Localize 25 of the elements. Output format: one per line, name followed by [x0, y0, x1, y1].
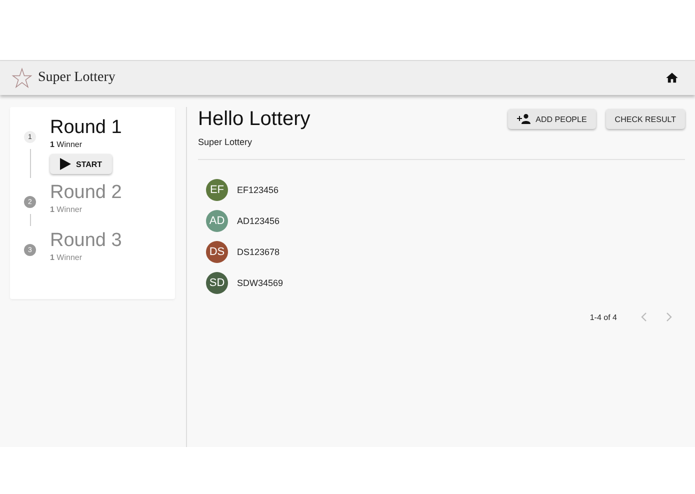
app-title: Super Lottery	[38, 70, 116, 86]
avatar: SD	[206, 272, 228, 294]
winner-count: 1 Winner	[50, 253, 84, 262]
play-icon	[60, 158, 71, 170]
round-title: Round 3	[50, 230, 122, 252]
check-result-button[interactable]: CHECK RESULT	[606, 109, 685, 129]
person-id: SDW34569	[237, 278, 284, 288]
person-id: DS123678	[237, 246, 280, 256]
winner-count: 1 Winner	[50, 205, 84, 214]
person-id: EF123456	[237, 184, 279, 194]
start-button[interactable]: START	[50, 154, 112, 174]
person-id: AD123456	[237, 216, 280, 226]
avatar: DS	[206, 240, 228, 262]
page-range: 1-4 of 4	[590, 312, 617, 322]
winner-count: 1 Winner	[50, 140, 84, 149]
avatar: EF	[206, 178, 228, 200]
add-person-icon	[516, 114, 531, 124]
add-people-button[interactable]: ADD PEOPLE	[508, 109, 596, 129]
page-subtitle: Super Lottery	[198, 137, 254, 147]
round-title: Round 2	[50, 182, 122, 204]
home-icon[interactable]	[665, 71, 679, 85]
avatar: AD	[206, 210, 228, 232]
round-title: Round 1	[50, 117, 122, 139]
page-title: Hello Lottery	[198, 107, 310, 131]
star-logo-icon	[11, 67, 33, 89]
